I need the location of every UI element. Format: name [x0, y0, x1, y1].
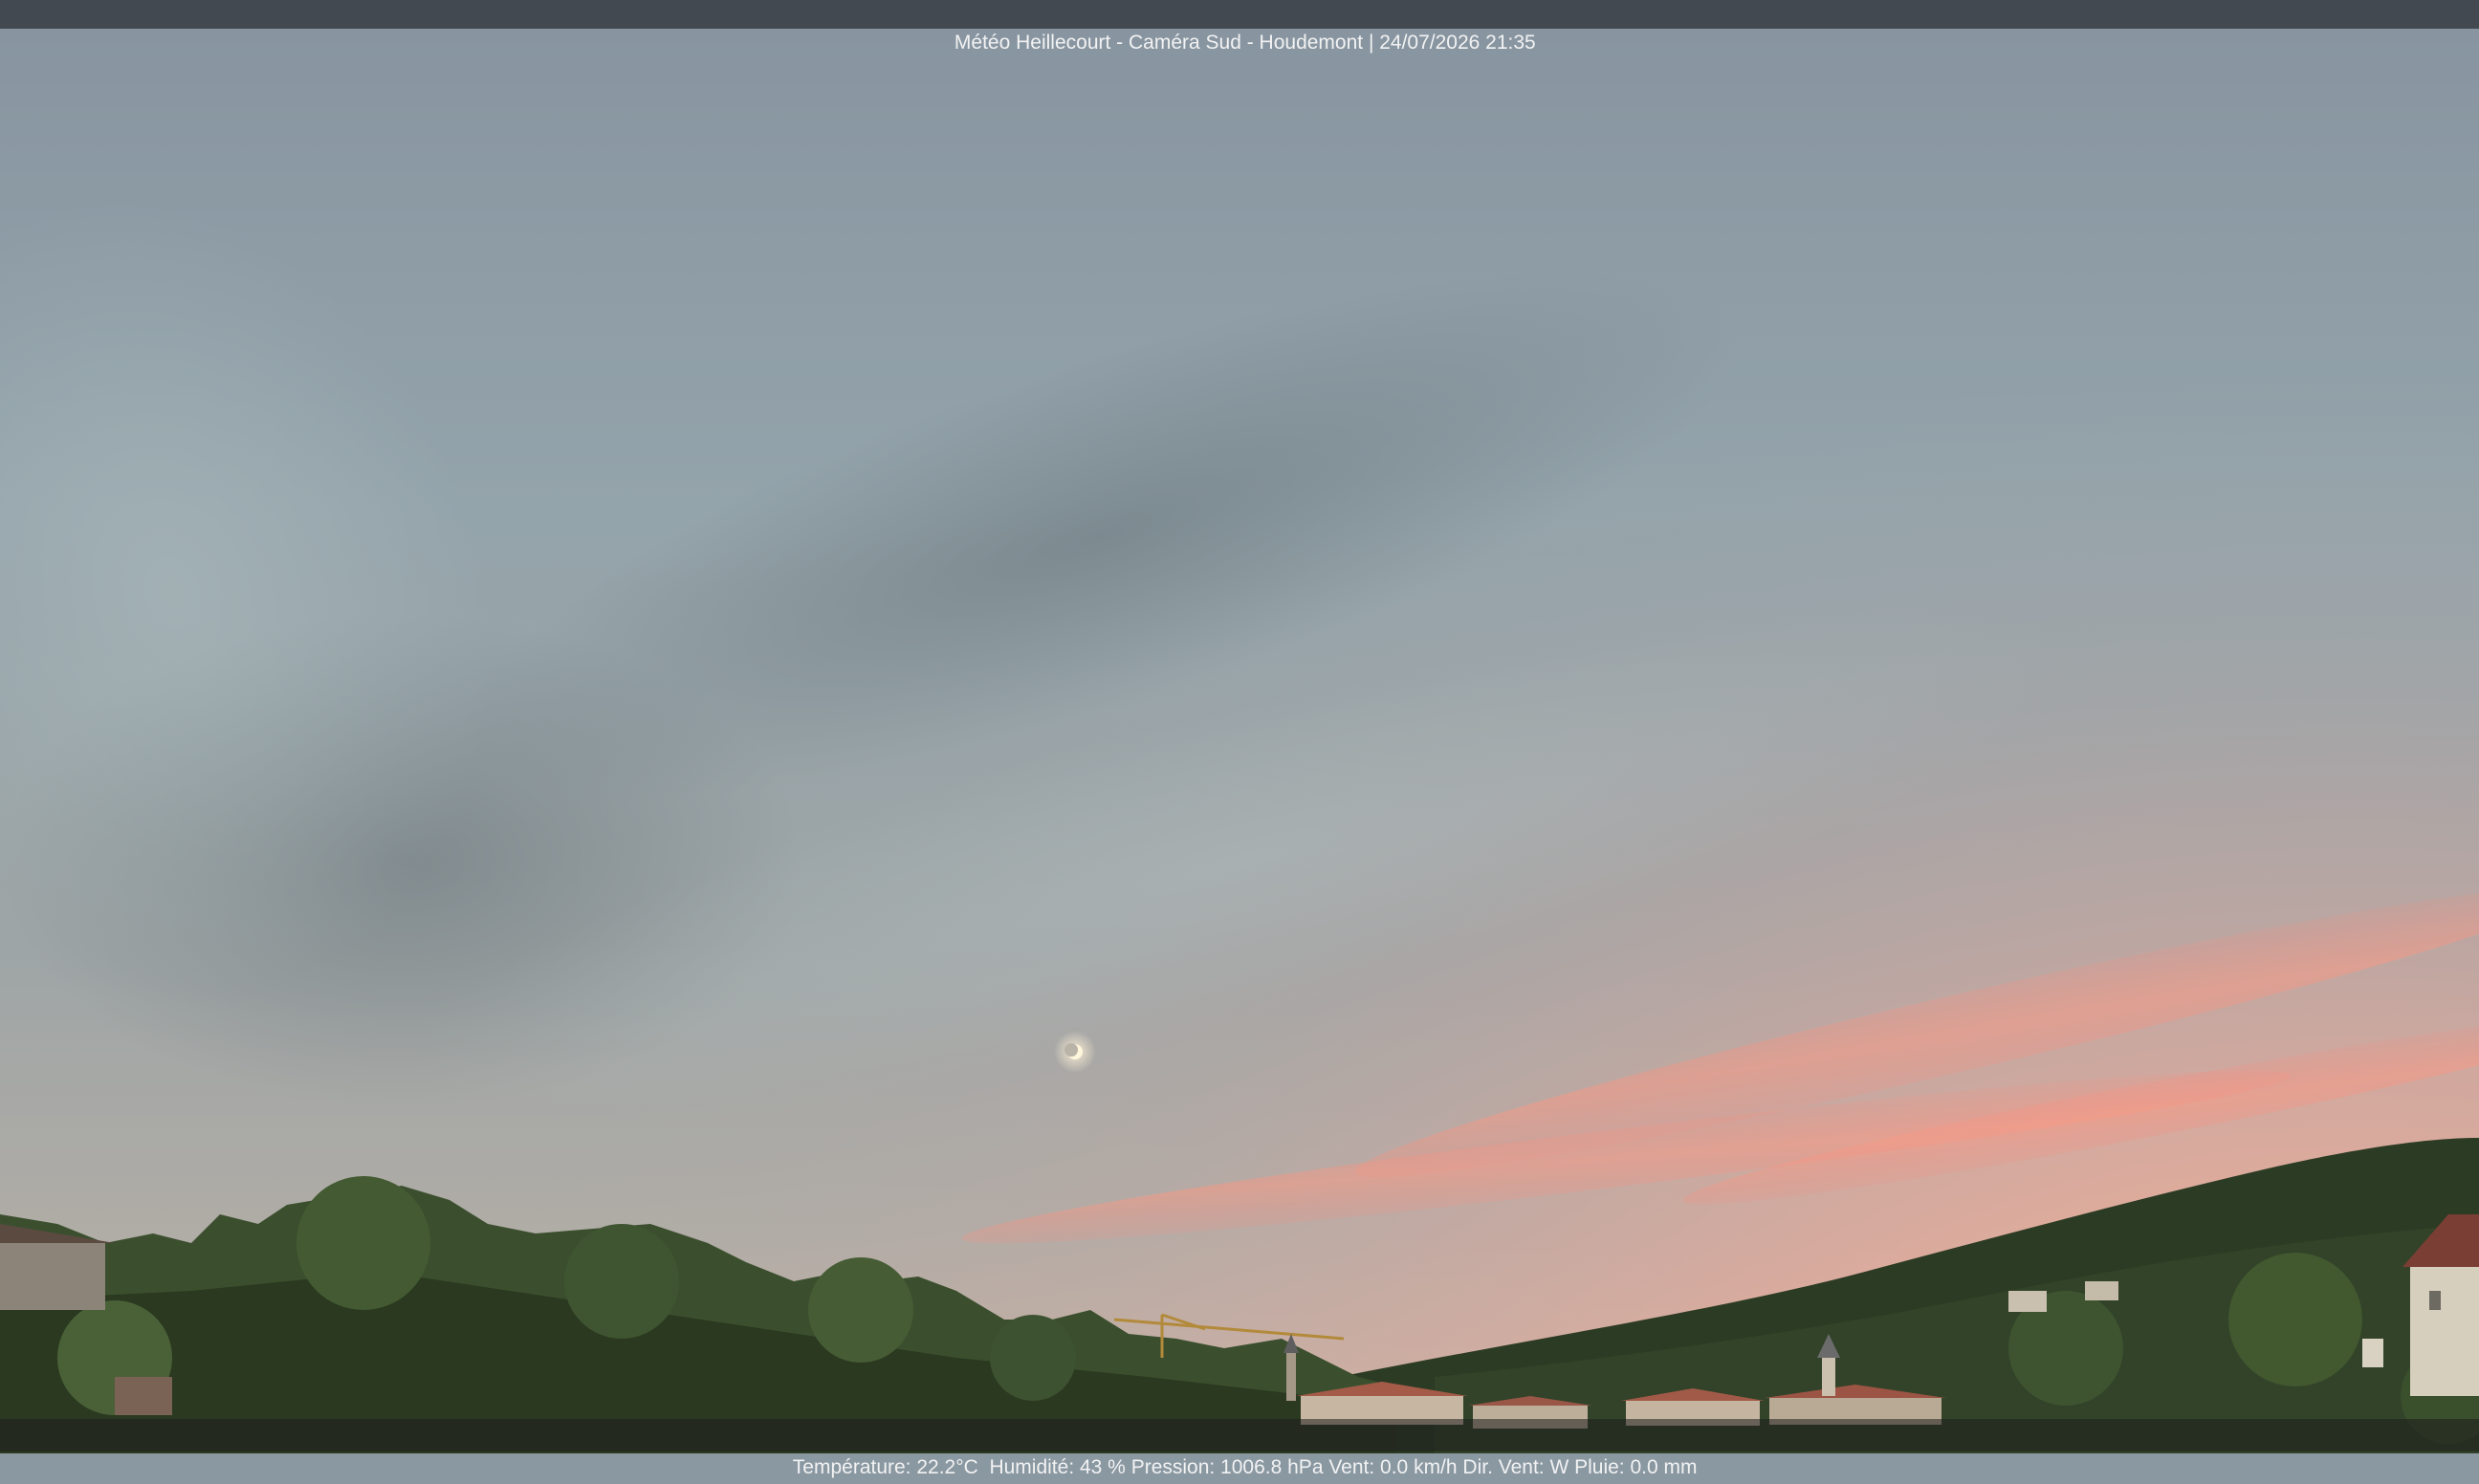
camera-title-bar: Météo Heillecourt - Caméra Sud - Houdemo… — [0, 0, 2479, 54]
webcam-image — [0, 0, 2479, 1453]
house-bottom-left — [115, 1377, 172, 1415]
weather-readout: Température: 22.2°C Humidité: 43 % Press… — [792, 1456, 1698, 1478]
house-left — [0, 1243, 105, 1310]
moon-icon — [1054, 1031, 1096, 1073]
weather-info-bar: Température: 22.2°C Humidité: 43 % Press… — [0, 1419, 2479, 1478]
camera-title: Météo Heillecourt - Caméra Sud - Houdemo… — [954, 32, 1536, 54]
